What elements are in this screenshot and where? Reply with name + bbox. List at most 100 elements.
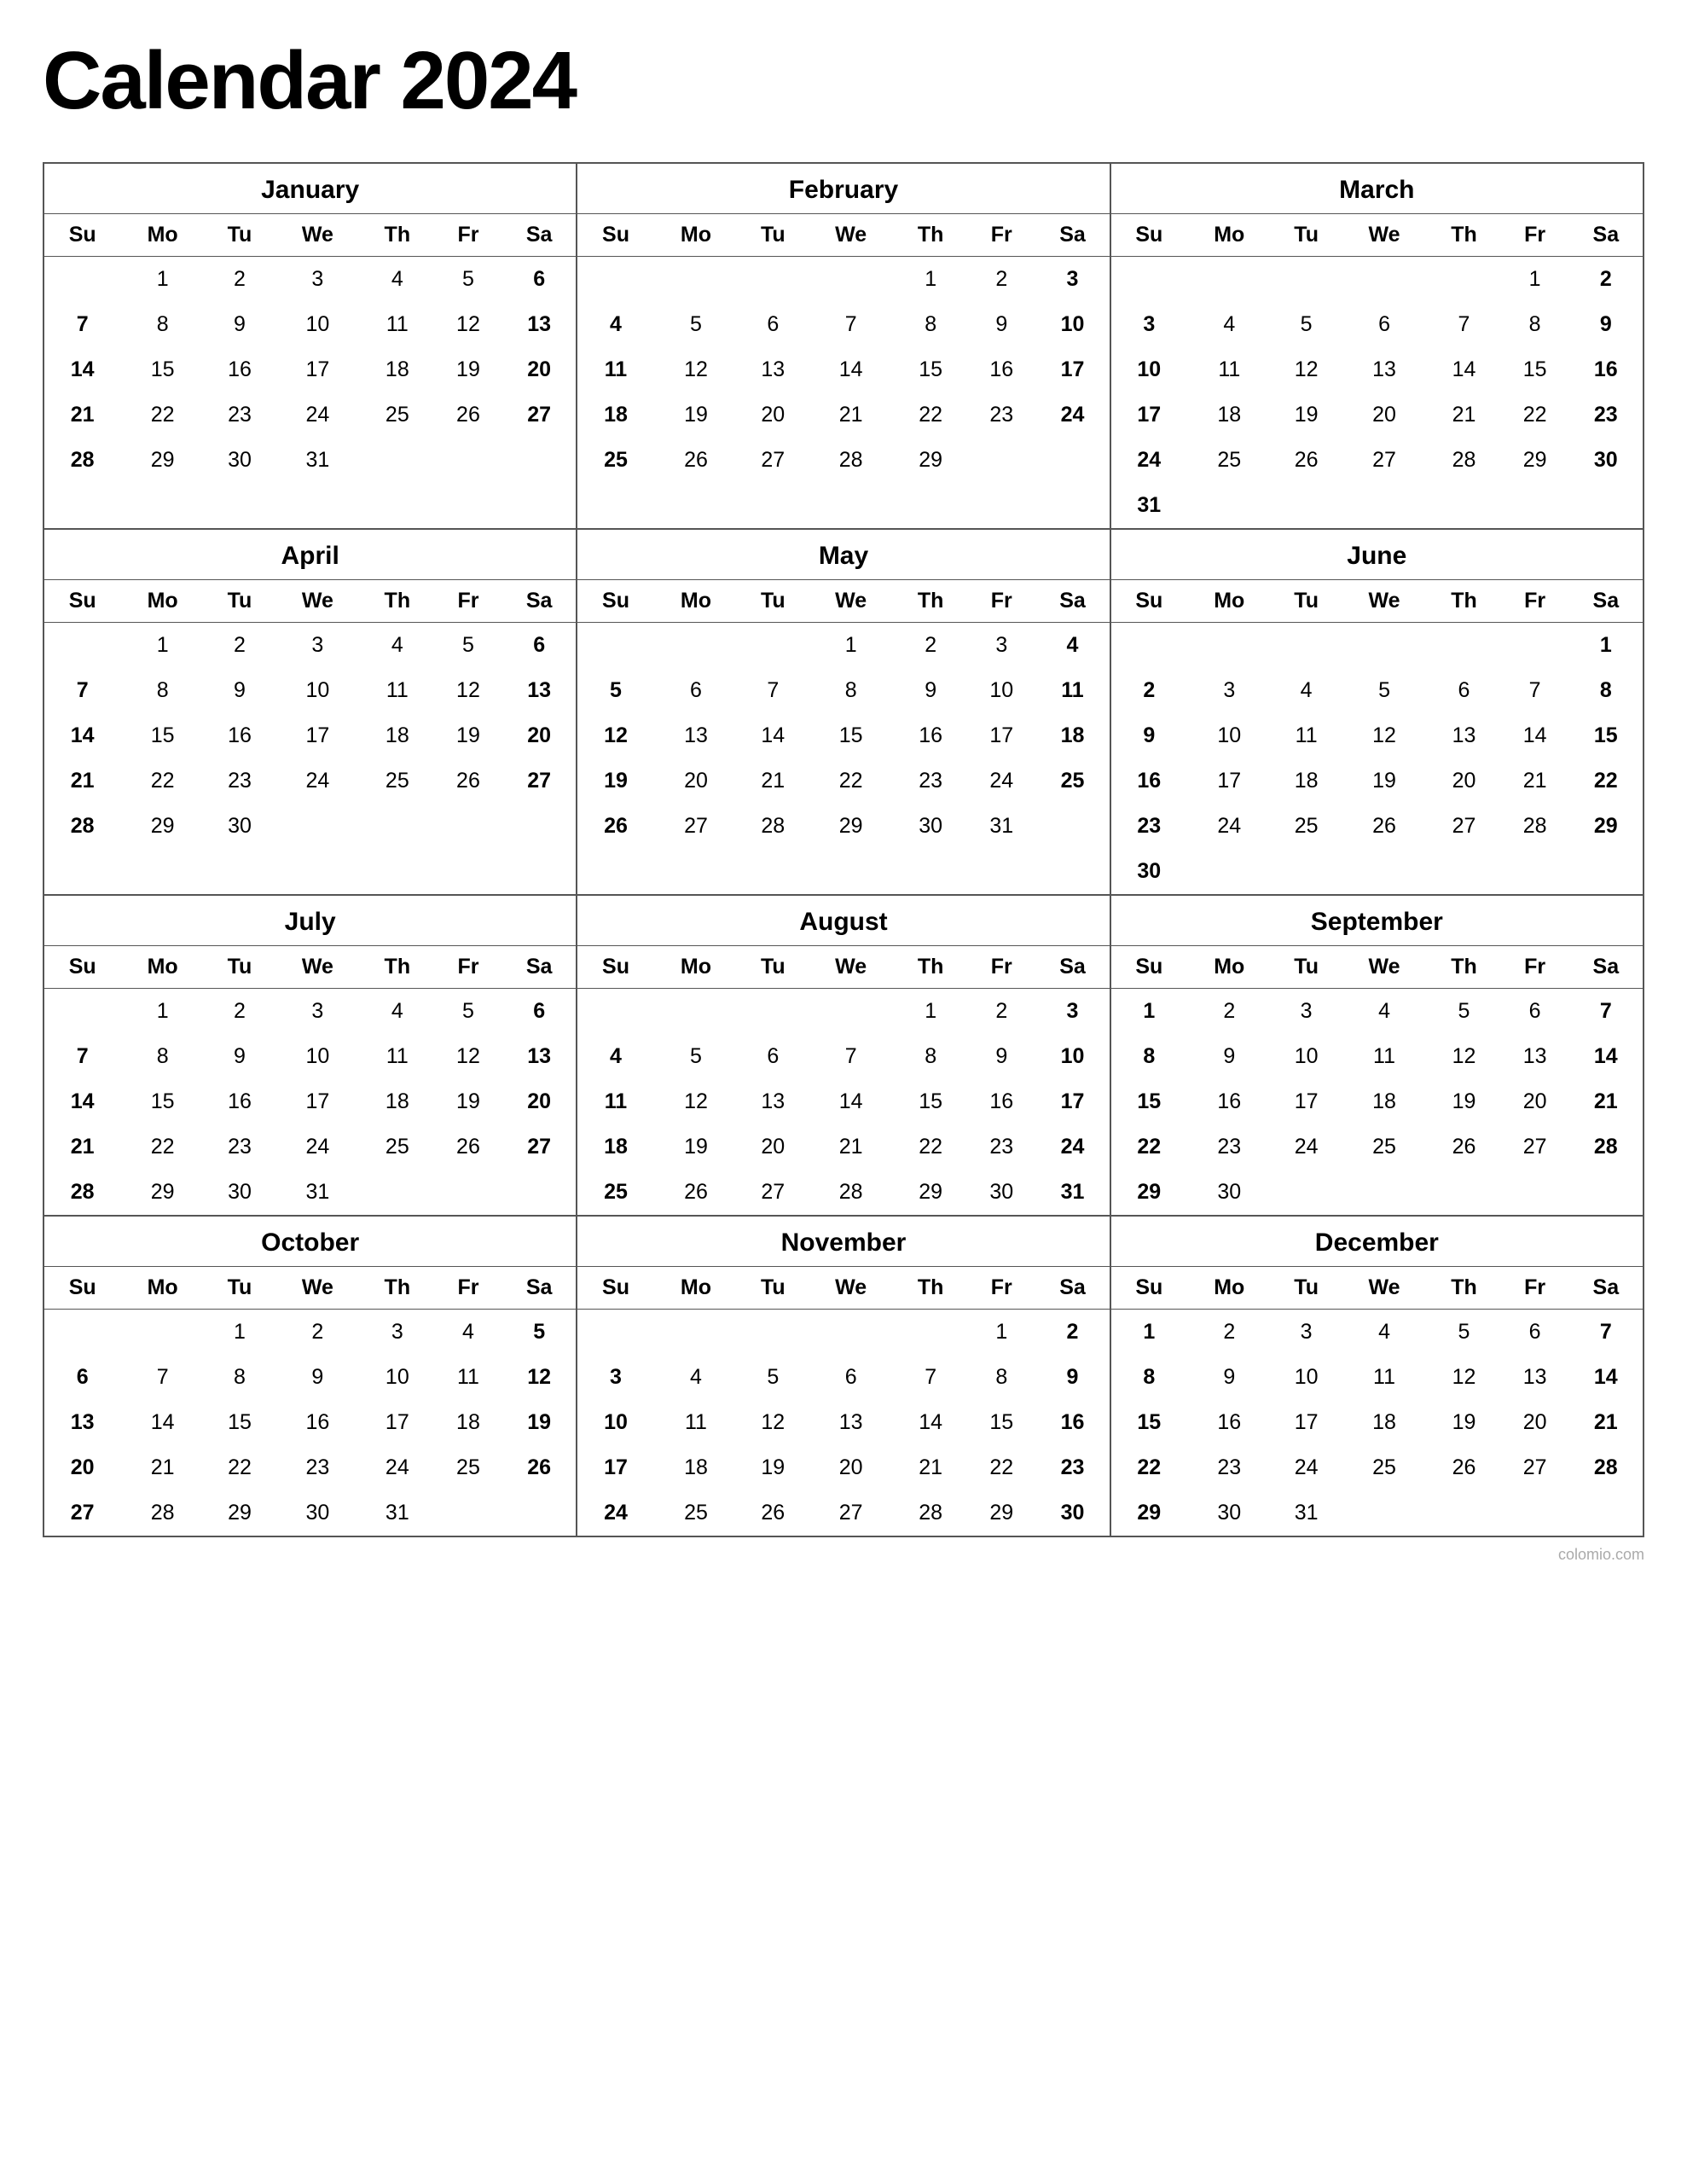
day-cell: 29 (894, 438, 967, 483)
day-cell: 28 (1427, 438, 1500, 483)
month-april: AprilSuMoTuWeThFrSa123456789101112131415… (44, 530, 577, 896)
day-cell: 9 (1187, 1034, 1272, 1079)
day-cell: 27 (808, 1490, 894, 1536)
day-header-mo: Mo (1187, 1267, 1272, 1310)
day-cell: 2 (205, 257, 275, 303)
page-title: Calendar 2024 (43, 34, 1644, 128)
day-cell: 18 (654, 1445, 739, 1490)
day-cell: 10 (577, 1400, 653, 1445)
day-cell: 11 (577, 347, 653, 392)
day-header-th: Th (894, 214, 967, 257)
month-september: SeptemberSuMoTuWeThFrSa12345678910111213… (1111, 896, 1644, 1217)
day-cell (1427, 1170, 1500, 1215)
week-row: 15161718192021 (1111, 1400, 1643, 1445)
week-row: 1234 (577, 623, 1109, 669)
week-row: 45678910 (577, 1034, 1109, 1079)
day-cell: 30 (205, 1170, 275, 1215)
day-cell: 13 (502, 668, 576, 713)
day-header-mo: Mo (654, 946, 739, 989)
day-cell: 9 (967, 1034, 1035, 1079)
day-header-fr: Fr (967, 214, 1035, 257)
day-cell: 2 (894, 623, 967, 669)
day-cell: 6 (738, 1034, 808, 1079)
day-cell: 3 (967, 623, 1035, 669)
day-header-fr: Fr (434, 1267, 502, 1310)
day-cell: 11 (1342, 1034, 1428, 1079)
week-row: 31 (1111, 483, 1643, 528)
day-cell: 25 (1342, 1445, 1428, 1490)
day-cell: 23 (275, 1445, 361, 1490)
day-cell: 4 (1342, 989, 1428, 1035)
day-cell: 9 (1187, 1355, 1272, 1400)
day-cell: 18 (434, 1400, 502, 1445)
month-table-november: SuMoTuWeThFrSa12345678910111213141516171… (577, 1267, 1109, 1536)
day-cell: 23 (894, 758, 967, 804)
day-cell: 22 (120, 392, 205, 438)
week-row: 14151617181920 (44, 713, 576, 758)
month-november: NovemberSuMoTuWeThFrSa123456789101112131… (577, 1217, 1110, 1537)
week-row: 6789101112 (44, 1355, 576, 1400)
day-cell (1342, 1490, 1428, 1536)
day-cell: 23 (967, 392, 1035, 438)
day-cell: 21 (120, 1445, 205, 1490)
day-cell: 21 (44, 392, 120, 438)
day-cell: 11 (361, 668, 434, 713)
day-cell: 27 (738, 438, 808, 483)
day-header-th: Th (361, 1267, 434, 1310)
day-cell: 5 (654, 1034, 739, 1079)
day-header-sa: Sa (1569, 946, 1643, 989)
day-header-su: Su (44, 1267, 120, 1310)
day-header-fr: Fr (967, 580, 1035, 623)
week-row: 30 (1111, 849, 1643, 894)
day-cell (361, 438, 434, 483)
week-row: 282930 (44, 804, 576, 849)
day-cell: 20 (1427, 758, 1500, 804)
day-cell: 30 (1569, 438, 1643, 483)
day-cell: 6 (808, 1355, 894, 1400)
day-cell: 20 (502, 713, 576, 758)
day-cell: 19 (738, 1445, 808, 1490)
day-cell: 11 (361, 1034, 434, 1079)
day-cell: 8 (894, 302, 967, 347)
day-cell: 21 (1569, 1079, 1643, 1124)
week-row: 14151617181920 (44, 347, 576, 392)
day-cell: 11 (1272, 713, 1342, 758)
day-header-sa: Sa (502, 580, 576, 623)
week-row: 10111213141516 (577, 1400, 1109, 1445)
day-cell: 18 (1272, 758, 1342, 804)
day-cell: 28 (1569, 1445, 1643, 1490)
day-cell: 14 (44, 713, 120, 758)
day-cell: 14 (738, 713, 808, 758)
day-cell: 28 (44, 1170, 120, 1215)
day-header-tu: Tu (738, 946, 808, 989)
day-cell: 11 (361, 302, 434, 347)
day-cell: 4 (577, 302, 653, 347)
day-cell: 8 (1569, 668, 1643, 713)
day-cell: 5 (434, 257, 502, 303)
day-cell: 5 (577, 668, 653, 713)
day-cell: 31 (275, 438, 361, 483)
day-cell: 21 (44, 758, 120, 804)
day-cell: 20 (654, 758, 739, 804)
day-header-su: Su (1111, 1267, 1187, 1310)
day-cell (361, 1170, 434, 1215)
day-cell: 17 (1035, 1079, 1109, 1124)
day-cell: 29 (967, 1490, 1035, 1536)
day-cell: 26 (654, 438, 739, 483)
day-cell: 28 (1501, 804, 1569, 849)
day-cell: 25 (361, 392, 434, 438)
day-cell (434, 1490, 502, 1536)
day-header-we: We (1342, 946, 1428, 989)
day-cell: 4 (654, 1355, 739, 1400)
day-cell: 2 (1111, 668, 1187, 713)
day-cell: 1 (894, 257, 967, 303)
day-header-mo: Mo (1187, 214, 1272, 257)
day-cell: 19 (654, 1124, 739, 1170)
day-cell: 9 (1111, 713, 1187, 758)
day-cell: 28 (738, 804, 808, 849)
week-row: 1 (1111, 623, 1643, 669)
day-cell: 13 (1501, 1355, 1569, 1400)
day-cell: 26 (1342, 804, 1428, 849)
day-cell: 18 (1342, 1079, 1428, 1124)
day-cell: 24 (275, 758, 361, 804)
